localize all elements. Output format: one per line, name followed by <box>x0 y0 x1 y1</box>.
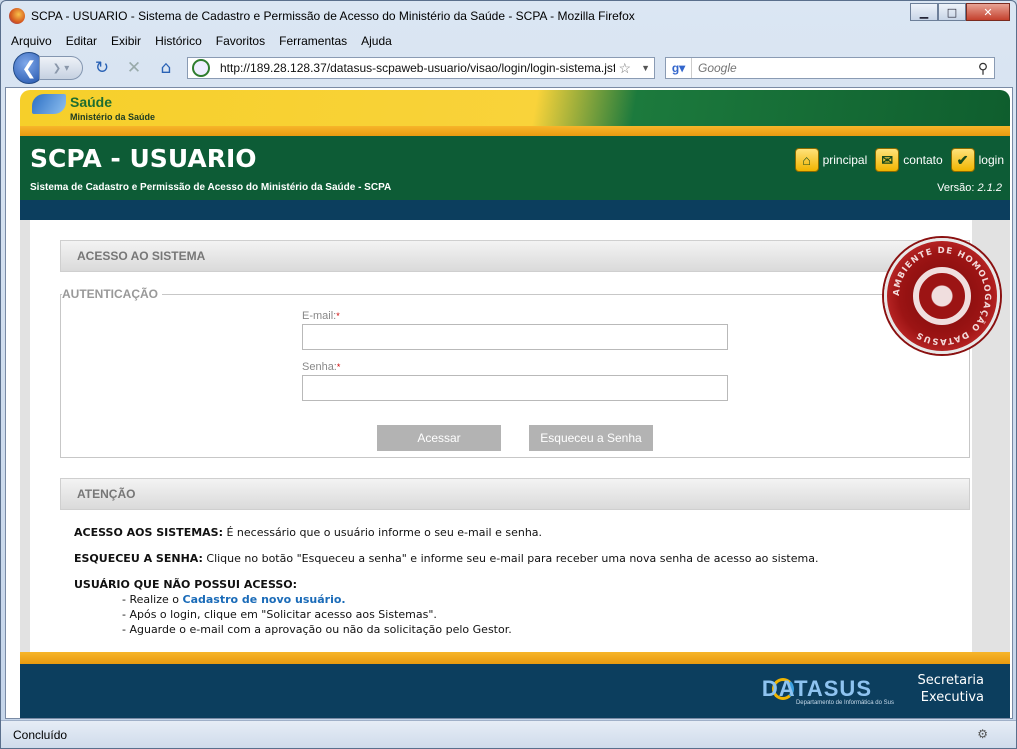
access-section-title: ACESSO AO SISTEMA <box>77 249 206 263</box>
app-title: SCPA - USUARIO <box>30 144 257 173</box>
search-engine-icon[interactable]: g▾ <box>666 58 692 78</box>
menu-ajuda[interactable]: Ajuda <box>359 34 394 48</box>
email-label: E-mail:* <box>302 310 340 322</box>
back-arrow-icon: ❮ <box>21 57 37 79</box>
password-field[interactable] <box>302 375 728 401</box>
minimize-button[interactable]: ▁ <box>910 3 938 21</box>
browser-window: SCPA - USUARIO - Sistema de Cadastro e P… <box>0 0 1017 749</box>
nav-login[interactable]: ✔ login <box>950 148 1004 172</box>
secretaria-line-1: Secretaria <box>917 673 984 688</box>
info-forgot-text: Clique no botão "Esqueceu a senha" e inf… <box>202 552 819 565</box>
forward-arrow-icon: ❯ ▾ <box>52 62 70 74</box>
navigation-toolbar: ❮ ❯ ▾ ↻ ✕ ⌂ http://189.28.128.37/datasus… <box>1 51 1016 85</box>
info-no-access: USUÁRIO QUE NÃO POSSUI ACESSO: <box>74 578 297 591</box>
menu-historico[interactable]: Histórico <box>153 34 204 48</box>
secretaria-line-2: Executiva <box>920 690 984 705</box>
page-content: Saúde Ministério da Saúde SCPA - USUARIO… <box>5 87 1013 719</box>
address-bar[interactable]: http://189.28.128.37/datasus-scpaweb-usu… <box>187 57 655 79</box>
nav-principal[interactable]: ⌂ principal <box>794 148 868 172</box>
email-field[interactable] <box>302 324 728 350</box>
login-button[interactable]: Acessar <box>377 425 501 451</box>
close-button[interactable]: ✕ <box>966 3 1010 21</box>
required-mark: * <box>336 362 341 372</box>
password-label-text: Senha: <box>302 361 337 373</box>
datasus-subtitle: Departamento de Informática do Sus <box>795 700 894 706</box>
title-bar: SCPA - USUARIO - Sistema de Cadastro e P… <box>1 1 1016 31</box>
reload-icon: ↻ <box>94 58 110 78</box>
stamp-target-icon <box>913 267 971 325</box>
forgot-password-button[interactable]: Esqueceu a Senha <box>529 425 653 451</box>
home-icon: ⌂ <box>160 58 172 78</box>
home-button[interactable]: ⌂ <box>153 55 179 81</box>
check-icon: ✔ <box>950 148 975 172</box>
menu-editar[interactable]: Editar <box>64 34 99 48</box>
password-label: Senha:* <box>302 361 340 373</box>
site-identity-icon[interactable] <box>192 59 210 77</box>
firefox-icon <box>9 8 25 24</box>
nav-contato-label[interactable]: contato <box>903 153 942 167</box>
info-access-title: ACESSO AOS SISTEMAS: <box>74 526 223 539</box>
header-nav: ⌂ principal ✉ contato ✔ login <box>791 148 1004 172</box>
forward-button[interactable]: ❯ ▾ <box>39 56 83 80</box>
maximize-button[interactable]: □ <box>938 3 966 21</box>
menu-arquivo[interactable]: Arquivo <box>9 34 54 48</box>
home-icon: ⌂ <box>794 148 819 172</box>
attention-section-header: ATENÇÃO <box>60 478 970 510</box>
bookmark-star-icon[interactable]: ☆ <box>619 60 632 77</box>
window-controls: ▁ □ ✕ <box>910 3 1010 21</box>
search-input[interactable] <box>692 61 972 75</box>
info-step-3: - Aguarde o e-mail com a aprovação ou nã… <box>122 623 512 636</box>
menu-bar: Arquivo Editar Exibir Histórico Favorito… <box>1 31 1016 51</box>
header-bottom-bar <box>20 200 1010 220</box>
url-dropdown-icon[interactable]: ▼ <box>641 63 650 73</box>
version-info: Versão: 2.1.2 <box>937 182 1002 194</box>
info-forgot-title: ESQUECEU A SENHA: <box>74 552 203 565</box>
gov-banner: Saúde Ministério da Saúde <box>20 90 1010 126</box>
info-step-1: - Realize o Cadastro de novo usuário. <box>122 593 346 606</box>
app-header: SCPA - USUARIO Sistema de Cadastro e Per… <box>20 136 1010 200</box>
menu-favoritos[interactable]: Favoritos <box>214 34 267 48</box>
info-forgot-password: ESQUECEU A SENHA: Clique no botão "Esque… <box>74 552 818 565</box>
status-bar: Concluído ⚙ <box>1 720 1016 748</box>
menu-exibir[interactable]: Exibir <box>109 34 143 48</box>
saude-logo-icon <box>32 94 66 114</box>
window-title: SCPA - USUARIO - Sistema de Cadastro e P… <box>31 9 635 23</box>
status-addon-icon[interactable]: ⚙ <box>977 727 988 741</box>
stop-button[interactable]: ✕ <box>121 55 147 81</box>
datasus-logo-text: DATASUS <box>761 676 872 701</box>
page-footer: DATASUS Departamento de Informática do S… <box>20 664 1010 718</box>
access-section-header: ACESSO AO SISTEMA <box>60 240 970 272</box>
saude-label: Saúde <box>70 94 113 110</box>
nav-login-label[interactable]: login <box>979 153 1004 167</box>
new-user-link[interactable]: Cadastro de novo usuário. <box>183 593 346 606</box>
version-number: 2.1.2 <box>977 182 1002 194</box>
search-box[interactable]: g▾ ⚲ <box>665 57 995 79</box>
mail-icon: ✉ <box>875 148 900 172</box>
reload-button[interactable]: ↻ <box>89 55 115 81</box>
attention-section-title: ATENÇÃO <box>77 487 136 501</box>
orange-divider <box>20 126 1010 136</box>
url-text[interactable]: http://189.28.128.37/datasus-scpaweb-usu… <box>220 61 615 75</box>
status-text: Concluído <box>13 727 68 742</box>
nav-principal-label[interactable]: principal <box>823 153 868 167</box>
info-no-access-title: USUÁRIO QUE NÃO POSSUI ACESSO: <box>74 578 298 591</box>
info-access-systems: ACESSO AOS SISTEMAS: É necessário que o … <box>74 526 542 539</box>
homologation-stamp: AMBIENTE DE HOMOLOGAÇÃO DATASUS <box>884 238 1000 354</box>
authentication-legend: AUTENTICAÇÃO <box>62 287 162 301</box>
version-label: Versão: <box>937 182 975 194</box>
email-label-text: E-mail: <box>302 310 337 322</box>
nav-contato[interactable]: ✉ contato <box>875 148 943 172</box>
info-access-text: É necessário que o usuário informe o seu… <box>222 526 543 539</box>
menu-ferramentas[interactable]: Ferramentas <box>277 34 349 48</box>
app-subtitle: Sistema de Cadastro e Permissão de Acess… <box>30 182 392 193</box>
secretaria-executiva: Secretaria Executiva <box>918 672 984 706</box>
required-mark: * <box>336 311 340 321</box>
stop-icon: ✕ <box>126 58 142 78</box>
search-icon[interactable]: ⚲ <box>972 60 994 77</box>
footer-orange-divider <box>20 652 1010 664</box>
info-step-2: - Após o login, clique em "Solicitar ace… <box>122 608 437 621</box>
ministerio-label: Ministério da Saúde <box>70 112 156 122</box>
step1-prefix: - Realize o <box>122 593 183 606</box>
